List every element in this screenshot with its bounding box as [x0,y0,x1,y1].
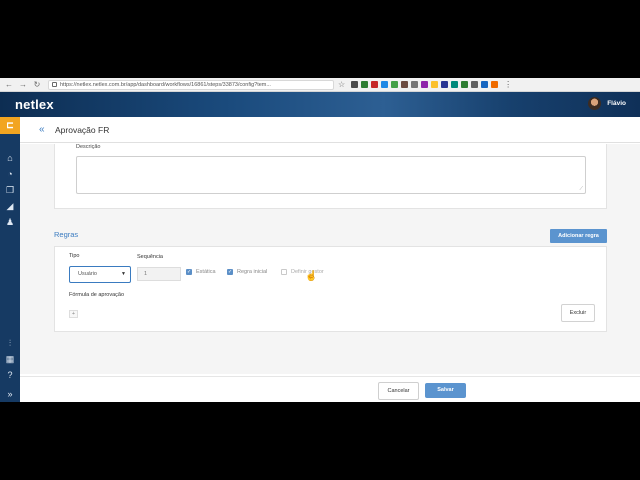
regra-inicial-label: Regra inicial [237,269,268,275]
delete-rule-button[interactable]: Excluir [561,304,595,322]
forward-arrow-icon[interactable]: → [18,79,28,91]
browser-toolbar: ← → ↻ https://netlex.netlex.com.br/app/d… [0,78,640,92]
extension-icon[interactable] [491,81,499,88]
extension-icon[interactable] [431,81,439,88]
home-icon[interactable]: ⌂ [0,153,20,163]
page-header: « Aprovação FR [20,117,640,143]
url-text: https://netlex.netlex.com.br/app/dashboa… [60,81,271,88]
bookmark-star-icon[interactable]: ☆ [338,80,345,89]
netlex-logo[interactable]: netlex [15,97,54,112]
mouse-pointer-icon: ☝ [305,271,318,282]
description-card: Descrição ⟋ [54,144,607,209]
user-name[interactable]: Flávio [607,100,626,107]
documents-icon[interactable]: ❐ [0,185,20,195]
expand-chevron-icon[interactable]: » [0,389,20,399]
app-screen: ← → ↻ https://netlex.netlex.com.br/app/d… [0,78,640,402]
extension-icon[interactable] [371,81,379,88]
help-icon[interactable]: ? [0,370,20,380]
browser-menu-icon[interactable]: ⋮ [504,80,512,89]
sidebar-workflow-icon[interactable]: ⊏ [0,117,20,134]
estatica-checkbox[interactable]: ✓ Estática [186,269,216,275]
regra-inicial-checkbox[interactable]: ✓ Regra inicial [227,269,267,275]
tipo-selected-value: Usuário [78,271,97,277]
extension-icon[interactable] [361,81,369,88]
reload-icon[interactable]: ↻ [32,79,42,91]
extension-icon[interactable] [481,81,489,88]
add-formula-button[interactable]: + [69,310,78,318]
dashboard-icon[interactable]: ◔ [0,169,20,179]
extension-icon[interactable] [441,81,449,88]
formula-label: Fórmula de aprovação [69,292,125,298]
extension-icon[interactable] [351,81,359,88]
back-arrow-icon[interactable]: ← [4,79,14,91]
checkbox-unchecked-icon[interactable] [281,269,287,275]
description-textarea[interactable]: ⟋ [76,156,586,194]
main-content: Descrição ⟋ Regras Adicionar regra Tipo … [20,144,640,374]
address-bar[interactable]: https://netlex.netlex.com.br/app/dashboa… [48,79,334,90]
double-chevron-left-icon[interactable]: « [39,124,45,135]
person-icon[interactable]: ♟ [0,217,20,227]
extension-icon[interactable] [461,81,469,88]
extension-icon[interactable] [471,81,479,88]
extensions-bar [351,81,499,88]
tipo-label: Tipo [69,253,80,259]
extension-icon[interactable] [451,81,459,88]
form-footer: Cancelar Salvar [20,376,640,402]
reports-icon[interactable]: ◢ [0,201,20,211]
sequencia-label: Sequência [137,254,163,260]
lock-icon [52,82,57,87]
estatica-label: Estática [196,269,216,275]
checkbox-checked-icon[interactable]: ✓ [186,269,192,275]
rules-section-title: Regras [54,230,79,239]
page-title: Aprovação FR [55,125,110,135]
sidebar: ⊏ ⌂ ◔ ❐ ◢ ♟ ⫶ ▦ ? » [0,117,20,402]
extension-icon[interactable] [421,81,429,88]
tipo-select[interactable]: Usuário ▼ [69,266,131,283]
resize-handle-icon[interactable]: ⟋ [579,186,583,192]
calendar-icon[interactable]: ▦ [0,354,20,364]
checkbox-checked-icon[interactable]: ✓ [227,269,233,275]
avatar[interactable] [588,97,602,110]
cancel-button[interactable]: Cancelar [378,382,419,400]
extension-icon[interactable] [391,81,399,88]
user-menu[interactable]: Flávio [588,97,626,110]
description-label: Descrição [76,144,101,150]
sequencia-input[interactable]: 1 [137,267,181,281]
rule-card: Tipo Usuário ▼ Sequência 1 ✓ Estática ✓ … [54,246,607,332]
app-header: netlex Flávio [0,92,640,117]
extension-icon[interactable] [411,81,419,88]
add-rule-button[interactable]: Adicionar regra [550,229,607,243]
extension-icon[interactable] [381,81,389,88]
save-button[interactable]: Salvar [425,383,466,398]
extension-icon[interactable] [401,81,409,88]
dropdown-caret-icon: ▼ [121,271,126,277]
settings-sliders-icon[interactable]: ⫶ [0,338,20,348]
